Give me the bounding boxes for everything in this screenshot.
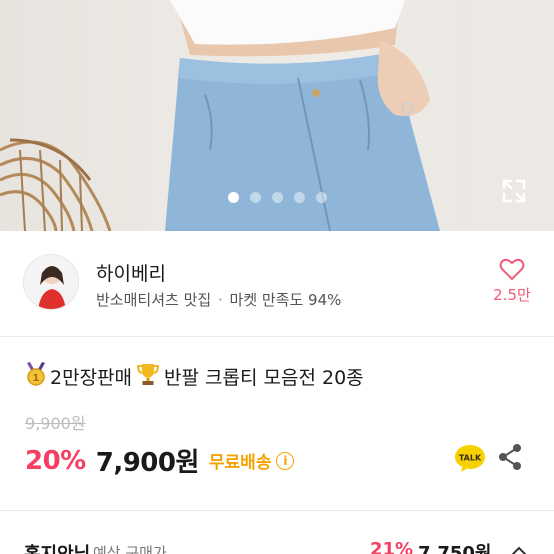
carousel-dot[interactable] (271, 192, 283, 203)
trophy-icon (136, 362, 160, 391)
info-icon[interactable]: i (276, 451, 295, 470)
seller-tagline: 반소매티셔츠 맛집 (96, 291, 212, 309)
expected-discount: 21% (370, 539, 414, 554)
separator: · (217, 291, 223, 309)
seller-satisfaction: 마켓 만족도 94% (229, 291, 342, 309)
carousel-dot[interactable] (249, 192, 261, 203)
seller-subtitle: 반소매티셔츠 맛집 · 마켓 만족도 94% (96, 289, 341, 310)
carousel-indicator (0, 192, 554, 203)
discount-rate: 20% (25, 445, 86, 476)
seller-name[interactable]: 하이베리 (96, 259, 166, 286)
kakaotalk-icon[interactable]: TALK (454, 443, 486, 473)
price-row: 20% 7,900원 무료배송 i (25, 442, 295, 479)
free-shipping-label: 무료배송 (208, 453, 272, 473)
divider (0, 510, 554, 511)
heart-icon[interactable] (499, 257, 525, 281)
like-count: 2.5만 (493, 286, 531, 304)
product-title: 1 2만장판매 반팔 크롭티 모음전 20종 (26, 362, 364, 391)
share-icon[interactable] (497, 443, 523, 471)
product-image-carousel[interactable] (0, 0, 554, 231)
carousel-dot[interactable] (293, 192, 305, 203)
expand-icon[interactable] (500, 177, 528, 205)
carousel-dot[interactable] (315, 192, 327, 203)
svg-text:1: 1 (33, 373, 40, 384)
seller-avatar[interactable] (23, 254, 79, 310)
title-text: 2만장판매 (50, 367, 133, 389)
buyer-name: 홍지안님 (24, 540, 90, 554)
chevron-up-icon[interactable] (510, 542, 528, 554)
expected-price-label: 예상 구매가 (93, 544, 167, 554)
expected-price: 7,750원 (418, 543, 492, 554)
expected-price-bar[interactable]: 홍지안님 예상 구매가 21% 7,750원 (0, 530, 554, 554)
sale-price: 7,900원 (95, 448, 200, 478)
like-button[interactable]: 2.5만 (486, 257, 538, 305)
carousel-dot[interactable] (227, 192, 239, 203)
svg-text:TALK: TALK (459, 454, 482, 463)
title-text-rest: 반팔 크롭티 모음전 20종 (164, 367, 364, 389)
rattan-chair (0, 138, 112, 231)
medal-icon: 1 (26, 362, 46, 391)
seller-row[interactable]: 하이베리 반소매티셔츠 맛집 · 마켓 만족도 94% 2.5만 (0, 231, 554, 337)
original-price: 9,900원 (25, 414, 86, 433)
